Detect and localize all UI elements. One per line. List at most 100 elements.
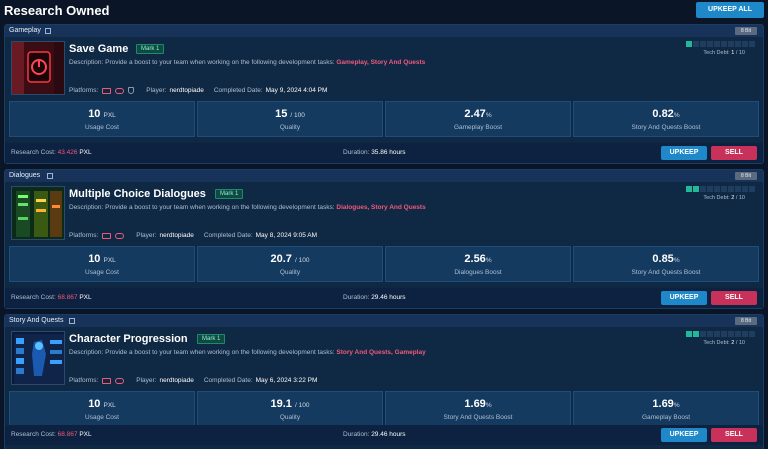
usage-cost-label: Usage Cost [85,124,119,131]
meta-row: Platforms: Player: nerdtopiade Completed… [69,232,317,239]
completed-label: Completed Date: [213,87,263,94]
platforms-label: Platforms: [69,377,99,384]
quality-label: Quality [279,124,301,131]
description: Description: Provide a boost to your tea… [69,349,426,356]
tech-debt-value: 2 [731,195,735,201]
description-tasks: Story And Quests, Gameplay [336,349,426,356]
stat-usage-cost: 10 PXL Usage Cost [9,101,195,137]
stat-boost-2: 0.82% Story And Quests Boost [573,101,759,137]
research-cost: Research Cost: 68.867 PXL [11,294,92,301]
card-footer: Research Cost: 68.867 PXL Duration: 29.4… [5,288,763,308]
boost2-value: 1.69 [652,398,674,410]
boost1-label: Dialogues Boost [454,269,502,276]
completed-label: Completed Date: [203,377,253,384]
research-title: Multiple Choice Dialogues [69,188,206,200]
research-cost: Research Cost: 43.426 PXL [11,149,92,156]
completed-label: Completed Date: [203,232,253,239]
page-title: Research Owned [4,3,110,18]
upkeep-button[interactable]: UPKEEP [661,146,707,160]
card-footer: Research Cost: 43.426 PXL Duration: 35.8… [5,143,763,163]
usage-cost-label: Usage Cost [85,414,119,421]
boost2-unit: % [673,257,680,264]
usage-cost-value: 10 [88,253,101,265]
sell-button[interactable]: SELL [711,428,757,442]
usage-cost-unit: PXL [103,112,116,119]
boost1-label: Gameplay Boost [453,124,503,131]
stats-row: 10 PXL Usage Cost 19.1 / 100 Quality 1.6… [9,391,759,427]
controller-icon [115,87,125,94]
usage-cost-label: Usage Cost [85,269,119,276]
research-card: Gameplay 8 Bit Save Game Mark 1 Descript… [4,24,764,164]
quality-value: 19.1 [270,398,292,410]
tech-debt-label: Tech Debt: 2 / 10 [703,340,745,346]
stat-boost-2: 1.69% Gameplay Boost [573,391,759,427]
description: Description: Provide a boost to your tea… [69,204,426,211]
category-icon [47,173,53,179]
quality-label: Quality [279,269,301,276]
gamepad-icon [102,87,112,94]
description-tasks: Dialogues, Story And Quests [336,204,426,211]
mark-badge: Mark 1 [136,44,165,54]
description-text: Description: Provide a boost to your tea… [69,349,337,356]
category-label: Dialogues [9,172,41,179]
usage-cost-value: 10 [88,108,101,120]
sell-button[interactable]: SELL [711,146,757,160]
tech-debt-label: Tech Debt: 2 / 10 [703,195,745,201]
category-label: Gameplay [9,27,41,34]
gamepad-icon [102,377,112,384]
research-cost-value: 43.426 [57,149,78,156]
upkeep-all-button[interactable]: UPKEEP ALL [696,2,764,18]
quality-value: 15 [275,108,288,120]
research-thumbnail [11,331,65,385]
quality-label: Quality [279,414,301,421]
boost2-unit: % [673,402,680,409]
player-label: Player: [136,377,157,384]
stat-boost-1: 1.69% Story And Quests Boost [385,391,571,427]
tech-debt-text: Tech Debt: [703,340,730,346]
research-thumbnail [11,186,65,240]
gamepad-icon [102,232,112,239]
boost2-value: 0.85 [652,253,674,265]
mark-badge: Mark 1 [215,189,244,199]
usage-cost-unit: PXL [103,257,116,264]
research-cost-label: Research Cost: [11,149,56,156]
quality-max: / 100 [290,112,305,119]
tech-debt-value: 1 [731,50,735,56]
duration-label: Duration: [343,431,370,438]
boost2-label: Story And Quests Boost [631,269,701,276]
upkeep-button[interactable]: UPKEEP [661,428,707,442]
stat-quality: 19.1 / 100 Quality [197,391,383,427]
card-header: Story And Quests 8 Bit [5,315,763,327]
stat-boost-2: 0.85% Story And Quests Boost [573,246,759,282]
duration: Duration: 29.46 hours [343,294,406,301]
controller-icon [115,377,125,384]
stat-quality: 15 / 100 Quality [197,101,383,137]
boost1-value: 1.69 [464,398,486,410]
tech-debt-bar [686,41,755,47]
boost1-unit: % [485,257,492,264]
player-label: Player: [136,232,157,239]
research-cost-value: 68.867 [57,431,78,438]
duration-value: 35.86 hours [371,149,406,156]
quality-max: / 100 [295,402,310,409]
tech-debt-max: / 10 [735,195,745,201]
stat-usage-cost: 10 PXL Usage Cost [9,246,195,282]
tech-debt-max: / 10 [735,50,745,56]
top-bar: Research Owned UPKEEP ALL [0,0,768,22]
duration-label: Duration: [343,294,370,301]
usage-cost-unit: PXL [103,402,116,409]
category-label: Story And Quests [9,317,64,324]
tech-debt-text: Tech Debt: [703,195,730,201]
boost1-value: 2.47 [464,108,486,120]
player-value: nerdtopiade [159,232,194,239]
boost2-unit: % [673,112,680,119]
card-footer: Research Cost: 68.867 PXL Duration: 29.4… [5,425,763,445]
stat-usage-cost: 10 PXL Usage Cost [9,391,195,427]
research-cost-label: Research Cost: [11,431,56,438]
boost1-value: 2.56 [464,253,486,265]
sell-button[interactable]: SELL [711,291,757,305]
upkeep-button[interactable]: UPKEEP [661,291,707,305]
platforms-label: Platforms: [69,232,99,239]
research-cost-value: 68.867 [57,294,78,301]
description-text: Description: Provide a boost to your tea… [69,204,337,211]
